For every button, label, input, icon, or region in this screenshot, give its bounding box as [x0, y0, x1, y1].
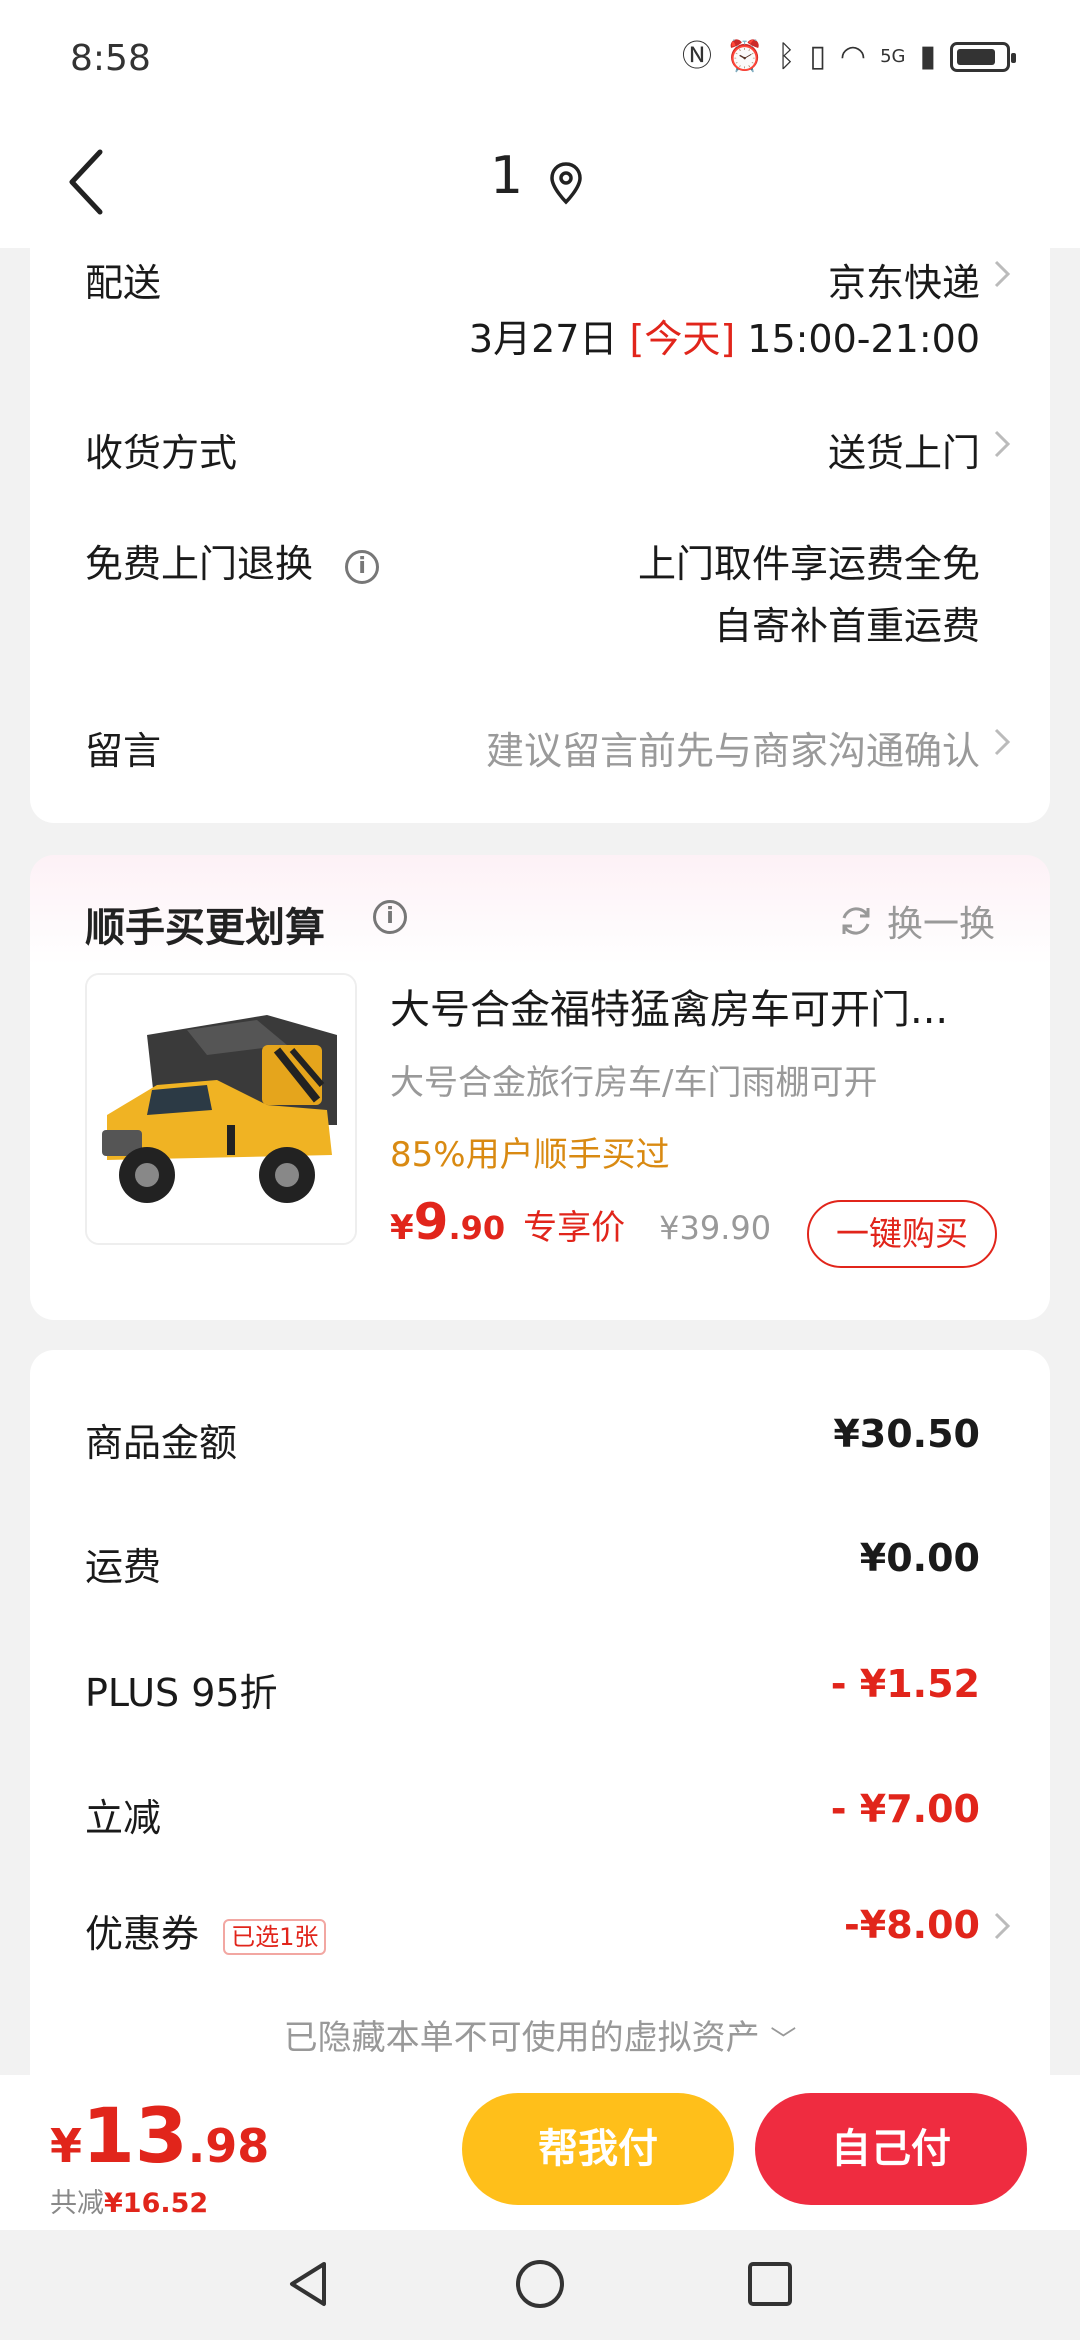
- coupon-label[interactable]: 优惠券 已选1张: [85, 1903, 327, 1958]
- camper-truck-image: [87, 975, 355, 1243]
- status-time: 8:58: [70, 38, 151, 79]
- shipping-label: 运费: [85, 1545, 162, 1589]
- product-price: ¥ 9 .90 专享价 ¥39.90: [390, 1193, 771, 1251]
- coupon-text: 优惠券: [85, 1912, 200, 1956]
- swap-button[interactable]: 换一换: [837, 895, 995, 947]
- swap-label: 换一换: [886, 904, 995, 945]
- message-input[interactable]: 建议留言前先与商家沟通确认: [486, 720, 980, 775]
- delivery-label: 配送: [85, 261, 162, 305]
- saved-value: ¥16.52: [104, 2188, 209, 2219]
- price-integer: 9: [413, 1193, 449, 1251]
- nav-back-icon[interactable]: [280, 2256, 336, 2312]
- price-tag: 专享价: [523, 1208, 626, 1248]
- nav-recents-icon[interactable]: [742, 2256, 798, 2312]
- chevron-right-icon[interactable]: [992, 256, 1012, 292]
- refresh-icon: [842, 907, 870, 935]
- chevron-left-icon: [69, 149, 103, 215]
- plus-discount-label: PLUS 95折: [85, 1671, 278, 1715]
- info-icon[interactable]: i: [345, 549, 380, 584]
- info-icon[interactable]: i: [373, 900, 407, 934]
- vibrate-icon: ▯: [809, 39, 826, 74]
- wifi-icon: ◠: [839, 39, 867, 74]
- signal-icon: ▮: [919, 39, 936, 74]
- chevron-down-icon: ﹀: [770, 2026, 797, 2056]
- system-nav-bar: [0, 2230, 1080, 2340]
- recommend-card: 顺手买更划算 i 换一换 大号合金福特猛禽房车可开门... 大号合金旅行房车/车…: [30, 855, 1050, 1320]
- plus-discount-value: - ¥1.52: [830, 1662, 980, 1706]
- total-saved: 共减¥16.52: [50, 2181, 208, 2220]
- chevron-right-icon[interactable]: [992, 724, 1012, 760]
- pay-myself-button[interactable]: 自己付: [755, 2093, 1027, 2205]
- original-price: ¥39.90: [659, 1209, 772, 1247]
- total-symbol: ¥: [50, 2119, 83, 2173]
- chevron-right-icon[interactable]: [992, 1908, 1012, 1944]
- free-return-line1: 上门取件享运费全免: [637, 542, 980, 586]
- page-title: 1: [490, 146, 524, 206]
- checkout-bar: ¥ 13 .98 共减¥16.52 帮我付 自己付: [0, 2075, 1080, 2230]
- price-symbol: ¥: [390, 1208, 414, 1248]
- goods-amount-value: ¥30.50: [833, 1412, 980, 1456]
- instant-discount-label: 立减: [85, 1796, 162, 1840]
- delivery-today-tag: [今天]: [629, 317, 736, 361]
- top-header: 1: [0, 120, 1080, 248]
- coupon-value[interactable]: -¥8.00: [844, 1903, 980, 1947]
- nfc-icon: Ⓝ: [682, 39, 713, 74]
- price-decimal: .90: [448, 1209, 506, 1247]
- receive-method-label: 收货方式: [85, 431, 238, 475]
- product-subtitle: 大号合金旅行房车/车门雨棚可开: [390, 1063, 878, 1103]
- goods-amount-label: 商品金额: [85, 1421, 238, 1465]
- alarm-icon: ⏰: [726, 39, 764, 74]
- receive-method-value[interactable]: 送货上门: [828, 422, 980, 477]
- one-click-buy-button[interactable]: 一键购买: [807, 1200, 997, 1268]
- delivery-card: 配送 京东快递 3月27日 [今天] 15:00-21:00 收货方式 送货上门…: [30, 248, 1050, 823]
- status-icons: Ⓝ ⏰ ᛒ ▯ ◠ 5G ▮: [682, 39, 1016, 74]
- product-image[interactable]: [85, 973, 357, 1245]
- shipping-value: ¥0.00: [859, 1536, 980, 1580]
- help-me-pay-button[interactable]: 帮我付: [462, 2093, 734, 2205]
- recommend-title: 顺手买更划算: [85, 905, 325, 951]
- delivery-window: 15:00-21:00: [747, 317, 980, 361]
- message-label: 留言: [85, 729, 162, 773]
- saved-label: 共减: [50, 2188, 104, 2219]
- hidden-assets-toggle[interactable]: 已隐藏本单不可使用的虚拟资产 ﹀: [30, 2010, 1050, 2059]
- coupon-selected-badge: 已选1张: [223, 1918, 327, 1955]
- battery-icon: [950, 42, 1016, 72]
- total-integer: 13: [82, 2091, 188, 2180]
- free-return-line2: 自寄补首重运费: [713, 604, 980, 648]
- hidden-assets-text: 已隐藏本单不可使用的虚拟资产: [283, 2018, 760, 2058]
- nav-home-icon[interactable]: [512, 2256, 568, 2312]
- delivery-date: 3月27日: [468, 317, 618, 361]
- back-button[interactable]: [50, 142, 130, 222]
- delivery-carrier[interactable]: 京东快递: [828, 252, 980, 307]
- chevron-right-icon[interactable]: [992, 426, 1012, 462]
- network-type-label: 5G: [880, 46, 906, 67]
- free-return-label: 免费上门退换 i: [85, 533, 380, 588]
- bluetooth-icon: ᛒ: [777, 39, 796, 74]
- order-summary-card: 商品金额 ¥30.50 运费 ¥0.00 PLUS 95折 - ¥1.52 立减…: [30, 1350, 1050, 2090]
- total-price: ¥ 13 .98: [50, 2091, 269, 2180]
- product-buy-percent: 85%用户顺手买过: [390, 1135, 670, 1175]
- free-return-text: 免费上门退换: [85, 542, 314, 586]
- total-decimal: .98: [187, 2119, 270, 2173]
- location-pin-icon[interactable]: [548, 160, 584, 206]
- product-title[interactable]: 大号合金福特猛禽房车可开门...: [390, 977, 990, 1035]
- delivery-time[interactable]: 3月27日 [今天] 15:00-21:00: [469, 308, 980, 363]
- status-bar: 8:58 Ⓝ ⏰ ᛒ ▯ ◠ 5G ▮: [0, 0, 1080, 120]
- instant-discount-value: - ¥7.00: [830, 1787, 980, 1831]
